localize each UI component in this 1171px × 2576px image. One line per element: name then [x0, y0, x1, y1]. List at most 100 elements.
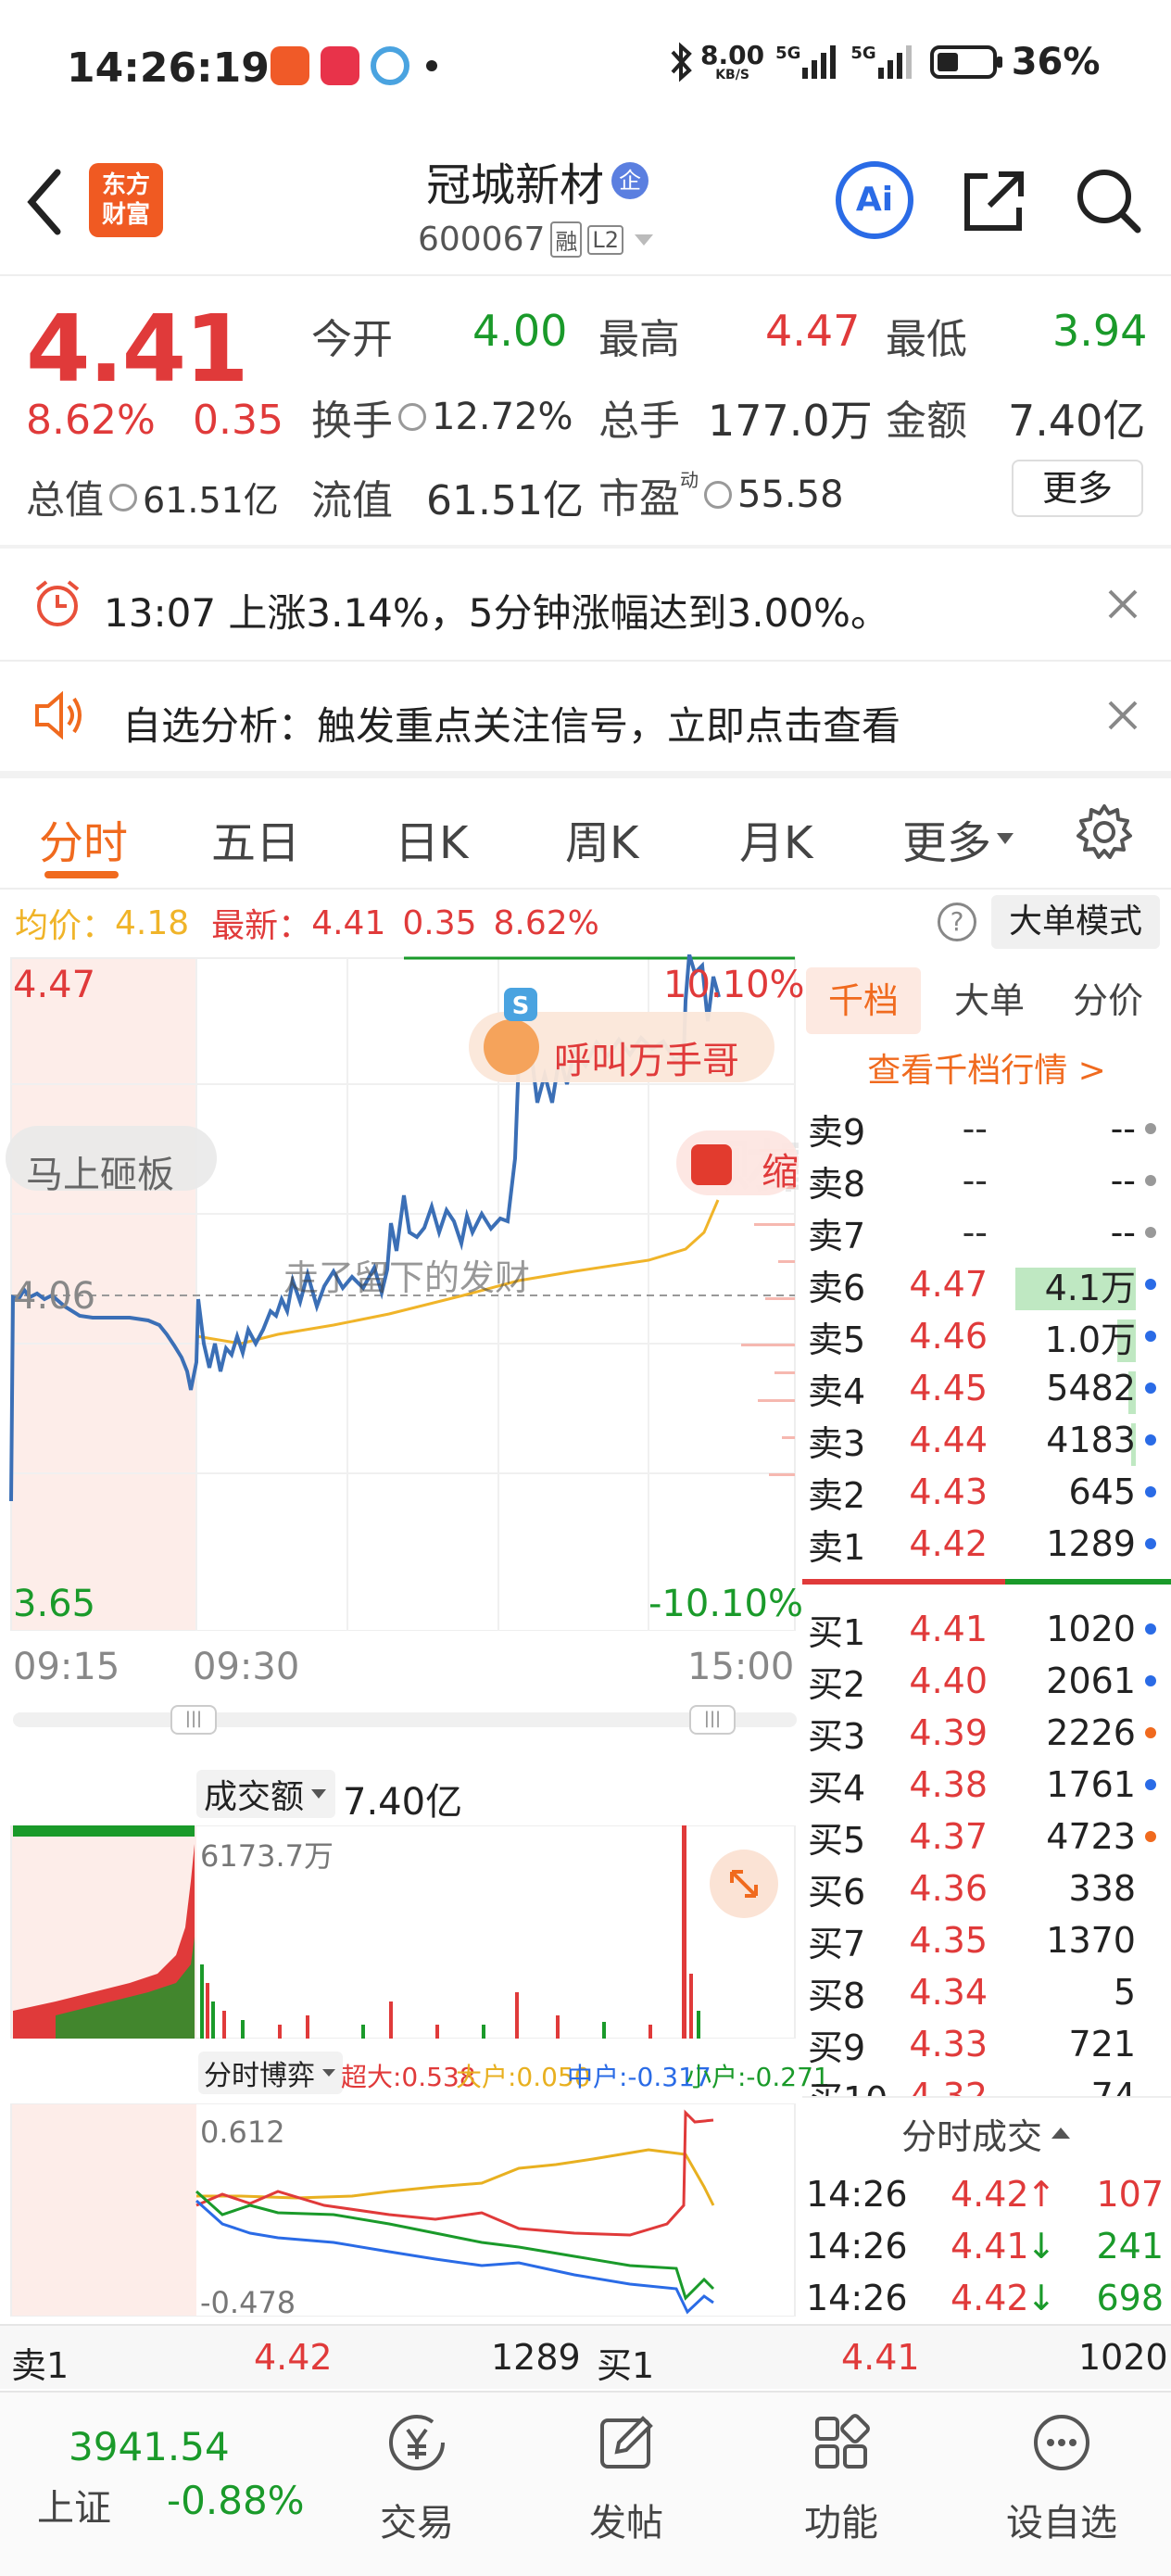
open-value: 4.00 [472, 306, 568, 356]
index-change: -0.88% [167, 2478, 305, 2523]
more-button[interactable]: 更多 [1012, 460, 1143, 517]
call-ten-thousand-lots-button[interactable]: 呼叫万手哥 [554, 1030, 739, 1084]
ask-row[interactable]: 卖8 -- -- [802, 1155, 1171, 1206]
caret-down-icon [997, 833, 1014, 844]
back-icon[interactable] [22, 165, 69, 239]
ask-row[interactable]: 卖6 4.47 4.1万 [802, 1258, 1171, 1310]
tick-row: 14:26 4.42 ↓ 698 [802, 2272, 1171, 2324]
tab-thousand-levels[interactable]: 千档 [806, 967, 921, 1034]
bid-label: 买9 [808, 2027, 866, 2068]
price-alert[interactable]: 13:07 上涨3.14%，5分钟涨幅达到3.00%。 [0, 549, 1171, 660]
tab-five-day[interactable]: 五日 [211, 806, 300, 871]
stock-code: 600067 [417, 221, 546, 259]
tick-volume: 698 [1096, 2278, 1164, 2318]
signal-icon [802, 45, 837, 79]
ask-row[interactable]: 卖5 4.46 1.0万 [802, 1310, 1171, 1362]
bid-price: 4.36 [909, 1868, 988, 1909]
status-dot [1145, 1434, 1156, 1446]
close-icon[interactable] [1104, 586, 1141, 623]
status-dot [1145, 1831, 1156, 1842]
ask-row[interactable]: 卖3 4.44 4183 [802, 1414, 1171, 1466]
big-order-mode-button[interactable]: 大单模式 [991, 895, 1160, 949]
bid-price: 4.39 [909, 1712, 988, 1753]
tab-weekly-k[interactable]: 周K [565, 806, 638, 871]
brand-line2: 财富 [101, 201, 150, 229]
brand-logo[interactable]: 东方 财富 [89, 163, 163, 237]
watchlist-analysis-alert[interactable]: 自选分析：触发重点关注信号，立即点击查看 [0, 662, 1171, 771]
low-value: 3.94 [1052, 306, 1148, 356]
tab-daily-k[interactable]: 日K [395, 806, 468, 871]
bid-row[interactable]: 买2 4.40 2061 [802, 1655, 1171, 1707]
thousand-levels-link[interactable]: 查看千档行情 > [802, 1043, 1171, 1092]
tick-title-row[interactable]: 分时成交 [802, 2098, 1171, 2168]
turnover-value: 12.72% [432, 396, 573, 438]
bid-row[interactable]: 买7 4.35 1370 [802, 1914, 1171, 1966]
smash-board-button[interactable]: 马上砸板 [26, 1144, 174, 1198]
ask-price: 4.46 [909, 1316, 988, 1357]
share-icon[interactable] [956, 165, 1030, 239]
tab-big-orders[interactable]: 大单 [938, 967, 1041, 1034]
tab-monthly-k[interactable]: 月K [739, 806, 812, 871]
ask-price: 4.43 [909, 1471, 988, 1512]
ask-row[interactable]: 卖4 4.45 5482 [802, 1362, 1171, 1414]
shrink-button[interactable]: 缩 [762, 1142, 799, 1195]
ask-volume: 4183 [1046, 1420, 1136, 1460]
info-icon[interactable] [704, 481, 732, 509]
nav-post[interactable]: 发帖 [571, 2406, 682, 2546]
expand-icon [730, 1870, 758, 1898]
close-icon[interactable] [1104, 697, 1141, 734]
battery-level: 36% [1011, 41, 1101, 83]
fund-flow-chart [10, 2103, 796, 2317]
ask-row[interactable]: 卖7 -- -- [802, 1206, 1171, 1258]
bid-volume: 1761 [1046, 1764, 1136, 1805]
tab-price-distribution[interactable]: 分价 [1052, 967, 1164, 1034]
notification-app-icon [371, 46, 409, 85]
chart-top-price: 4.47 [13, 964, 96, 1006]
search-icon[interactable] [1071, 163, 1145, 237]
chevron-down-icon[interactable] [631, 231, 657, 249]
slider-handle-right[interactable]: ||| [689, 1705, 736, 1735]
chart-header: 均价： 4.18 最新： 4.41 0.35 8.62% [15, 899, 599, 947]
nav-trade[interactable]: 交易 [361, 2406, 472, 2546]
ask-row[interactable]: 卖2 4.43 645 [802, 1466, 1171, 1518]
tab-more[interactable]: 更多 [902, 806, 1015, 871]
expand-chart-button[interactable] [710, 1850, 778, 1918]
speaker-icon [35, 690, 82, 740]
bid-label: 买8 [808, 1975, 866, 2016]
bid-row[interactable]: 买8 4.34 5 [802, 1966, 1171, 2018]
status-time: 14:26:19 [67, 44, 270, 92]
help-icon[interactable]: ? [938, 903, 976, 941]
ai-button[interactable]: Ai [836, 161, 913, 239]
chart-watermark: 走了留下的发财 [283, 1257, 531, 1298]
ask-row[interactable]: 卖1 4.42 1289 [802, 1518, 1171, 1570]
avg-value: 4.18 [115, 903, 190, 942]
bid-row[interactable]: 买6 4.36 338 [802, 1863, 1171, 1914]
bottom-bid-volume: 1020 [1078, 2337, 1168, 2378]
ask-row[interactable]: 卖9 -- -- [802, 1103, 1171, 1155]
info-icon[interactable] [398, 403, 426, 431]
volume-select[interactable]: 成交额 [196, 1770, 336, 1818]
avg-label: 均价： [15, 907, 116, 945]
slider-handle-left[interactable]: ||| [170, 1705, 217, 1735]
bid-row[interactable]: 买4 4.38 1761 [802, 1759, 1171, 1811]
bid-volume: 4723 [1046, 1816, 1136, 1857]
nav-functions[interactable]: 功能 [786, 2406, 897, 2546]
status-dot [1145, 1123, 1156, 1134]
info-icon[interactable] [109, 483, 138, 511]
bid-row[interactable]: 买1 4.41 1020 [802, 1603, 1171, 1655]
bid-row[interactable]: 买9 4.33 721 [802, 2018, 1171, 2070]
tab-intraday[interactable]: 分时 [39, 806, 128, 871]
bid-row[interactable]: 买5 4.37 4723 [802, 1811, 1171, 1863]
status-dot [1145, 1486, 1156, 1497]
signal-label: 5G [775, 44, 801, 63]
index-widget[interactable]: 3941.54 上证 -0.88% [37, 2420, 315, 2530]
small-flow-line [195, 2190, 715, 2301]
time-range-slider[interactable] [13, 1712, 797, 1727]
flow-select[interactable]: 分时博弈 [198, 2052, 343, 2094]
bid-row[interactable]: 买3 4.39 2226 [802, 1707, 1171, 1759]
app-notification-icons [271, 46, 437, 85]
nav-add-watchlist[interactable]: 设自选 [997, 2406, 1127, 2546]
gear-icon[interactable] [1075, 802, 1134, 862]
nav-post-label: 发帖 [589, 2502, 663, 2544]
change-percent: 8.62% [26, 397, 156, 444]
